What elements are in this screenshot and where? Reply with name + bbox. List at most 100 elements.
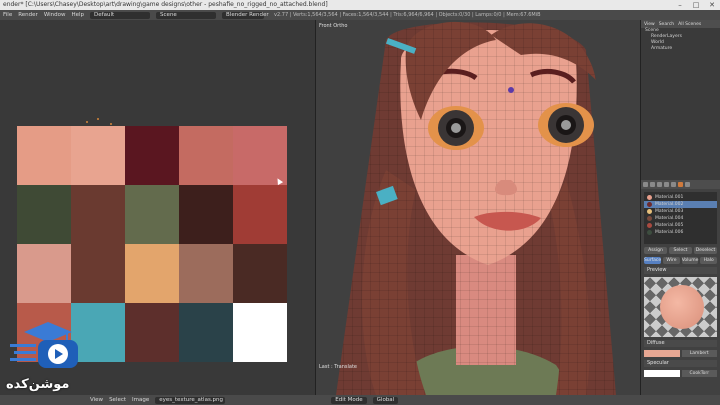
- scene-stats: v2.77 | Verts:1,564/3,564 | Faces:1,564/…: [274, 12, 541, 18]
- material-slot[interactable]: Material.002: [644, 201, 717, 208]
- material-slot[interactable]: Material.001: [644, 194, 717, 201]
- specular-row: CookTorr: [644, 370, 717, 377]
- palette-swatch: [179, 303, 233, 362]
- outliner-panel: View Search All Scenes Scene RenderLayers…: [640, 20, 720, 180]
- image-selector[interactable]: eyes_texture_atlas.png: [155, 396, 226, 404]
- material-tab-icon[interactable]: [678, 182, 683, 187]
- texture-tab-icon[interactable]: [685, 182, 690, 187]
- preview-section-header[interactable]: Preview: [644, 267, 717, 274]
- outliner-filter[interactable]: All Scenes: [678, 22, 701, 27]
- palette-swatch: [17, 244, 71, 303]
- palette-swatch: [71, 126, 125, 185]
- logo-text: موشن‌کده: [6, 377, 70, 392]
- menu-render[interactable]: Render: [18, 12, 38, 18]
- editor-header-bar: View Select Image eyes_texture_atlas.png…: [0, 395, 720, 405]
- deselect-button[interactable]: Deselect: [694, 247, 717, 254]
- material-color-icon: [647, 223, 652, 228]
- select-button[interactable]: Select: [669, 247, 692, 254]
- properties-panel: Material.001 Material.002 Material.003 Mate…: [640, 180, 720, 395]
- palette-swatch: [71, 185, 125, 244]
- material-slot[interactable]: Material.003: [644, 208, 717, 215]
- render-tab-icon[interactable]: [643, 182, 648, 187]
- preview-sphere: [660, 285, 704, 329]
- material-slot-label: Material.004: [655, 216, 684, 221]
- menu-file[interactable]: File: [3, 12, 12, 18]
- diffuse-section-header[interactable]: Diffuse: [644, 340, 717, 347]
- material-slot-label: Material.001: [655, 195, 684, 200]
- palette-swatch: [125, 185, 179, 244]
- palette-swatch: [125, 244, 179, 303]
- render-engine-selector[interactable]: Blender Render: [222, 11, 269, 19]
- specular-section-header[interactable]: Specular: [644, 360, 717, 367]
- palette-swatch: [233, 303, 287, 362]
- scene-selector[interactable]: Scene: [156, 11, 217, 19]
- outliner-search-menu[interactable]: Search: [659, 22, 674, 27]
- texture-speckle: [97, 118, 99, 120]
- title-bar: ender* [C:\Users\Chasey\Desktop\art\draw…: [0, 0, 720, 10]
- material-color-icon: [647, 195, 652, 200]
- material-color-icon: [647, 202, 652, 207]
- palette-swatch: [233, 185, 287, 244]
- material-preview: [644, 277, 717, 337]
- diffuse-shader-selector[interactable]: Lambert: [681, 350, 717, 357]
- scene-tab-icon[interactable]: [650, 182, 655, 187]
- material-color-icon: [647, 209, 652, 214]
- menu-view[interactable]: View: [90, 397, 103, 403]
- material-slot-label: Material.003: [655, 209, 684, 214]
- material-slot-label: Material.002: [655, 202, 684, 207]
- tab-volume[interactable]: Volume: [681, 257, 699, 264]
- layout-selector[interactable]: Default: [90, 11, 151, 19]
- mode-selector[interactable]: Edit Mode: [331, 396, 367, 404]
- tab-wire[interactable]: Wire: [663, 257, 680, 264]
- outliner-row[interactable]: Armature: [641, 46, 720, 52]
- character-mesh: [336, 21, 616, 395]
- material-type-tabs: Surface Wire Volume Halo: [644, 257, 717, 264]
- close-icon[interactable]: ✕: [704, 0, 720, 10]
- diffuse-row: Lambert: [644, 350, 717, 357]
- world-tab-icon[interactable]: [657, 182, 662, 187]
- material-slot-label: Material.006: [655, 230, 684, 235]
- window-title: ender* [C:\Users\Chasey\Desktop\art\draw…: [3, 1, 328, 8]
- maximize-icon[interactable]: □: [688, 0, 704, 10]
- specular-color-swatch[interactable]: [644, 370, 680, 377]
- palette-swatch: [125, 126, 179, 185]
- minimize-icon[interactable]: –: [672, 0, 688, 10]
- palette-swatch: [17, 185, 71, 244]
- palette-swatch: [71, 244, 125, 303]
- material-slot[interactable]: Material.005: [644, 222, 717, 229]
- palette-swatch: [179, 244, 233, 303]
- outliner-tree: Scene RenderLayers World Armature: [641, 28, 720, 52]
- material-slot-buttons: Assign Select Deselect: [644, 247, 717, 254]
- viewport-view-label: Front Ortho: [319, 23, 348, 29]
- texture-speckle: [86, 121, 88, 123]
- outliner-view-menu[interactable]: View: [644, 22, 655, 27]
- palette-swatch: [125, 303, 179, 362]
- selected-vertex: [508, 87, 514, 93]
- assign-button[interactable]: Assign: [644, 247, 667, 254]
- blender-window: ender* [C:\Users\Chasey\Desktop\art\draw…: [0, 0, 720, 405]
- pivot-selector[interactable]: Global: [372, 396, 399, 404]
- menu-select[interactable]: Select: [109, 397, 126, 403]
- texture-speckle: [110, 123, 112, 125]
- material-slot-label: Material.005: [655, 223, 684, 228]
- properties-tabs: [641, 180, 720, 189]
- object-tab-icon[interactable]: [664, 182, 669, 187]
- 3d-viewport[interactable]: [315, 20, 640, 395]
- modifier-tab-icon[interactable]: [671, 182, 676, 187]
- menu-help[interactable]: Help: [72, 12, 85, 18]
- outliner-header: View Search All Scenes: [641, 20, 720, 28]
- material-slot-list[interactable]: Material.001 Material.002 Material.003 Mate…: [644, 192, 717, 244]
- material-slot[interactable]: Material.004: [644, 215, 717, 222]
- info-header: File Render Window Help Default Scene Bl…: [0, 10, 720, 20]
- menu-window[interactable]: Window: [44, 12, 66, 18]
- material-color-icon: [647, 216, 652, 221]
- tab-surface[interactable]: Surface: [644, 257, 662, 264]
- tab-halo[interactable]: Halo: [700, 257, 717, 264]
- material-slot[interactable]: Material.006: [644, 229, 717, 236]
- material-color-icon: [647, 230, 652, 235]
- palette-swatch: [179, 185, 233, 244]
- diffuse-color-swatch[interactable]: [644, 350, 680, 357]
- menu-image[interactable]: Image: [132, 397, 149, 403]
- specular-shader-selector[interactable]: CookTorr: [681, 370, 717, 377]
- palette-swatch: [179, 126, 233, 185]
